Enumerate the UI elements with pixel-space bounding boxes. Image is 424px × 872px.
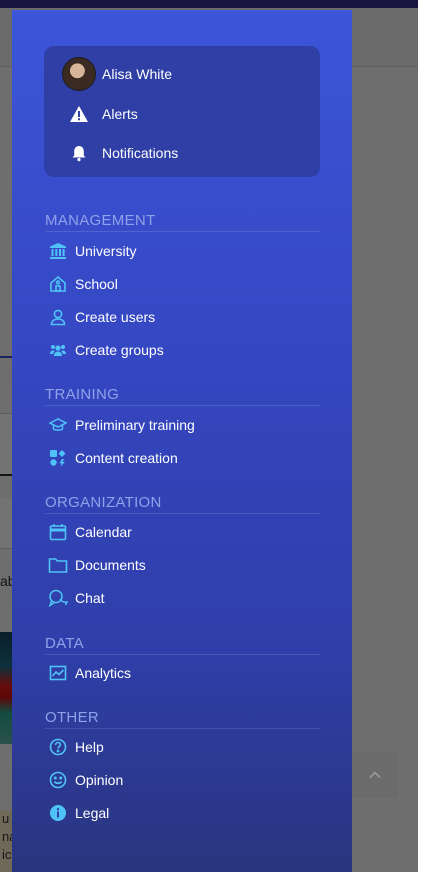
menu-item-content-creation[interactable]: Content creation — [48, 447, 178, 469]
scroll-to-top-button[interactable] — [352, 752, 398, 798]
menu-item-documents[interactable]: Documents — [48, 554, 146, 576]
user-card: Alisa White Alerts Notifications — [44, 46, 320, 177]
menu-item-create-groups[interactable]: Create groups — [48, 339, 164, 361]
menu-item-label: Help — [75, 739, 104, 755]
menu-item-legal[interactable]: Legal — [48, 802, 109, 824]
user-icon — [48, 307, 68, 327]
section-title-organization: ORGANIZATION — [45, 494, 320, 514]
avatar — [62, 57, 96, 91]
navigation-drawer: Alisa White Alerts Notifications MANAGEM… — [12, 10, 352, 872]
section-title-training: TRAINING — [45, 386, 320, 406]
menu-item-opinion[interactable]: Opinion — [48, 769, 123, 791]
menu-item-label: Create users — [75, 309, 156, 325]
menu-item-preliminary-training[interactable]: Preliminary training — [48, 414, 195, 436]
menu-item-create-users[interactable]: Create users — [48, 306, 155, 328]
menu-item-label: Create groups — [75, 342, 164, 358]
user-name: Alisa White — [102, 66, 173, 82]
menu-item-analytics[interactable]: Analytics — [48, 662, 131, 684]
menu-item-chat[interactable]: Chat — [48, 587, 105, 609]
folder-icon — [48, 555, 68, 575]
menu-item-calendar[interactable]: Calendar — [48, 521, 132, 543]
menu-item-label: Chat — [75, 590, 105, 606]
info-icon — [48, 803, 68, 823]
chat-icon — [48, 588, 68, 608]
smiley-icon — [48, 770, 68, 790]
section-title-other: OTHER — [45, 709, 320, 729]
groups-icon — [48, 340, 68, 360]
analytics-icon — [48, 663, 68, 683]
menu-item-label: School — [75, 276, 118, 292]
menu-item-school[interactable]: School — [48, 273, 118, 295]
content-creation-icon — [48, 448, 68, 468]
menu-item-label: Content creation — [75, 450, 178, 466]
notifications-label: Notifications — [102, 145, 179, 161]
graduation-cap-icon — [48, 415, 68, 435]
menu-item-help[interactable]: Help — [48, 736, 104, 758]
notifications-link[interactable]: Notifications — [62, 136, 178, 170]
bell-icon — [62, 144, 96, 162]
background-right-edge — [418, 0, 424, 872]
section-title-management: MANAGEMENT — [45, 212, 320, 232]
menu-item-label: Legal — [75, 805, 110, 821]
menu-item-label: University — [75, 243, 137, 259]
alerts-link[interactable]: Alerts — [62, 97, 138, 131]
menu-item-university[interactable]: University — [48, 240, 136, 262]
help-icon — [48, 737, 68, 757]
user-profile-link[interactable]: Alisa White — [62, 57, 172, 91]
school-icon — [48, 274, 68, 294]
menu-item-label: Preliminary training — [75, 417, 195, 433]
warning-icon — [62, 105, 96, 123]
university-icon — [48, 241, 68, 261]
menu-item-label: Opinion — [75, 772, 124, 788]
chevron-up-icon — [367, 767, 383, 783]
menu-item-label: Documents — [75, 557, 146, 573]
calendar-icon — [48, 522, 68, 542]
alerts-label: Alerts — [102, 106, 138, 122]
menu-item-label: Calendar — [75, 524, 132, 540]
menu-item-label: Analytics — [75, 665, 132, 681]
section-title-data: DATA — [45, 635, 320, 655]
